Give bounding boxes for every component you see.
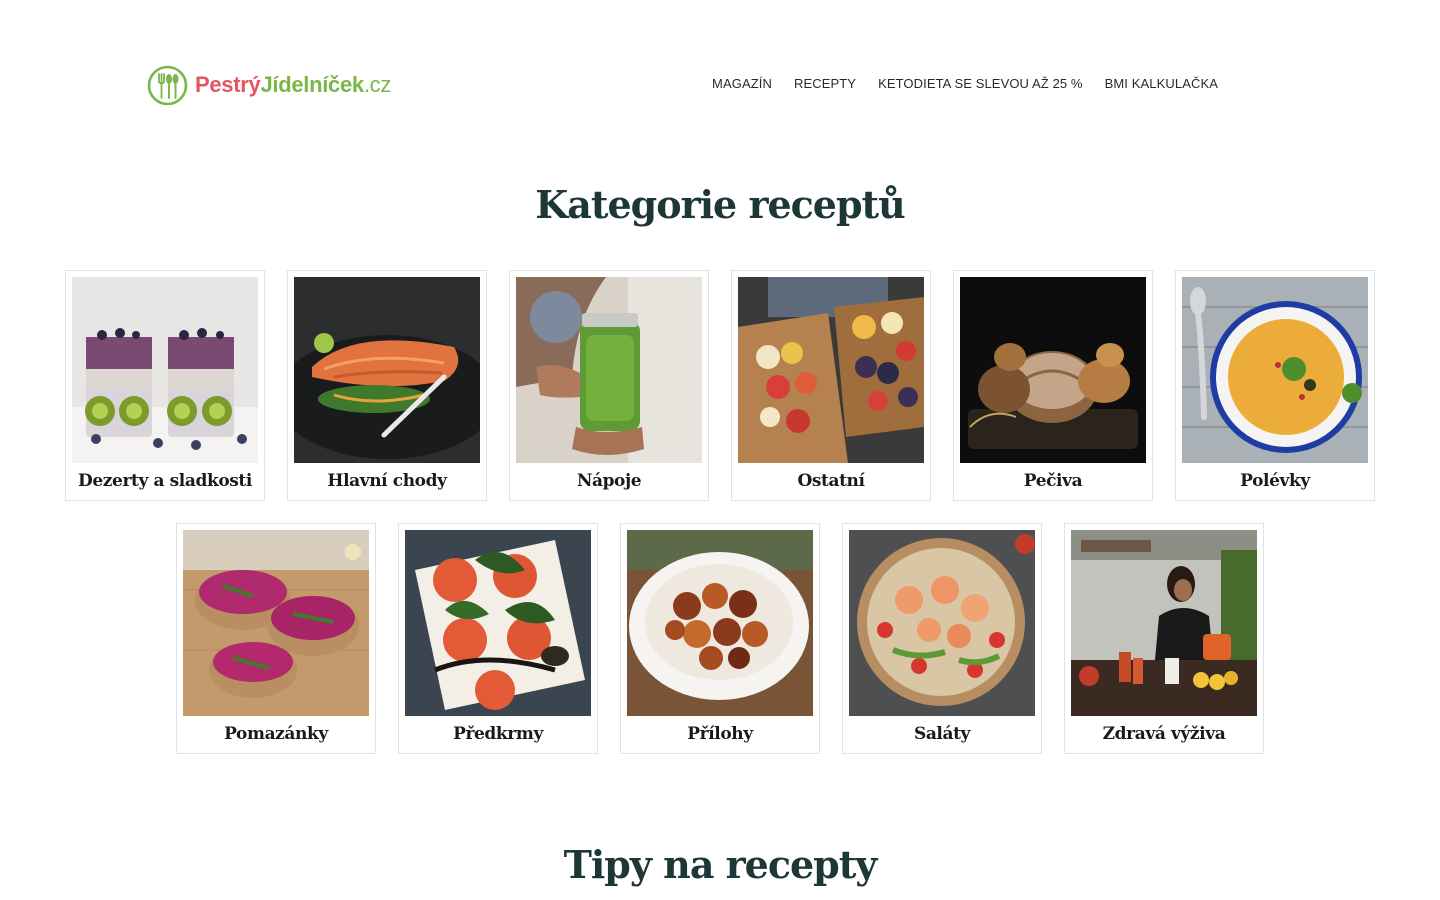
fruit-platter-photo (738, 277, 924, 463)
category-card-napoje[interactable]: Nápoje (509, 270, 709, 501)
categories-heading: Kategorie receptů (535, 182, 905, 227)
category-card-pomazanky[interactable]: Pomazánky (176, 523, 376, 754)
woman-kitchen-photo (1071, 530, 1257, 716)
tips-heading: Tipy na recepty (563, 842, 878, 887)
category-card-polevky[interactable]: Polévky (1175, 270, 1375, 501)
category-row-1: Dezerty a sladkosti Hlavní chody Nápoje … (0, 270, 1440, 501)
category-card-ostatni[interactable]: Ostatní (731, 270, 931, 501)
category-label: Zdravá výživa (1102, 724, 1226, 744)
category-card-predkrmy[interactable]: Předkrmy (398, 523, 598, 754)
category-label: Ostatní (797, 471, 865, 491)
category-card-zdrava-vyziva[interactable]: Zdravá výživa (1064, 523, 1264, 754)
bread-basket-photo (960, 277, 1146, 463)
site-header: PestrýJídelníček.cz MAGAZÍN RECEPTY KETO… (0, 0, 1440, 170)
category-card-salaty[interactable]: Saláty (842, 523, 1042, 754)
category-row-2: Pomazánky Předkrmy Přílohy Saláty Zdravá… (0, 523, 1440, 754)
category-card-hlavni-chody[interactable]: Hlavní chody (287, 270, 487, 501)
caprese-tomato-photo (405, 530, 591, 716)
shrimp-salad-bowl-photo (849, 530, 1035, 716)
category-label: Předkrmy (453, 724, 543, 744)
logo-part-jidelnicek: Jídelníček (260, 72, 364, 97)
orange-soup-bowl-photo (1182, 277, 1368, 463)
main-nav: MAGAZÍN RECEPTY KETODIETA SE SLEVOU AŽ 2… (712, 76, 1218, 92)
category-label: Hlavní chody (327, 471, 447, 491)
category-label: Nápoje (576, 471, 642, 491)
category-label: Přílohy (687, 724, 753, 744)
nav-item-magazin[interactable]: MAGAZÍN (712, 76, 772, 92)
logo-part-domain: .cz (363, 72, 392, 97)
logo-wordmark: PestrýJídelníček.cz (195, 72, 391, 98)
site-logo[interactable]: PestrýJídelníček.cz (147, 64, 391, 106)
beet-spread-toast-photo (183, 530, 369, 716)
category-card-peciva[interactable]: Pečiva (953, 270, 1153, 501)
nav-item-ketodieta[interactable]: KETODIETA SE SLEVOU AŽ 25 % (878, 76, 1083, 92)
logo-part-pestry: Pestrý (195, 72, 261, 97)
chia-kiwi-dessert-photo (72, 277, 258, 463)
roasted-potatoes-bowl-photo (627, 530, 813, 716)
category-card-dezerty[interactable]: Dezerty a sladkosti (65, 270, 265, 501)
green-smoothie-jar-photo (516, 277, 702, 463)
category-label: Pečiva (1023, 471, 1083, 491)
salmon-dish-photo (294, 277, 480, 463)
fork-spoon-logo-icon (147, 65, 188, 105)
category-card-prilohy[interactable]: Přílohy (620, 523, 820, 754)
category-label: Polévky (1240, 471, 1310, 491)
category-label: Saláty (913, 724, 971, 744)
nav-item-bmi-kalkulacka[interactable]: BMI KALKULAČKA (1105, 76, 1218, 92)
category-label: Dezerty a sladkosti (78, 471, 252, 491)
nav-item-recepty[interactable]: RECEPTY (794, 76, 856, 92)
category-label: Pomazánky (224, 724, 328, 744)
